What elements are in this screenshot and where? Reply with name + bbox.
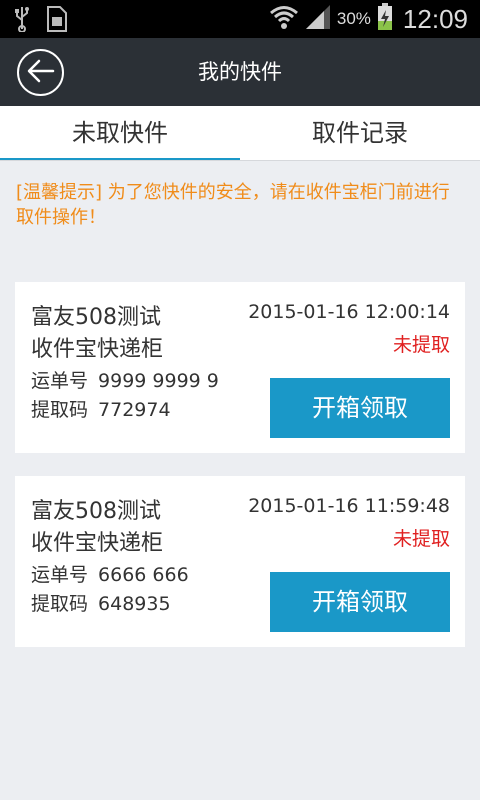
- tab-pickup-records[interactable]: 取件记录: [240, 106, 480, 161]
- app-bar: 我的快件: [0, 38, 480, 106]
- sdcard-icon: [44, 6, 68, 36]
- pickup-row: 提取码 648935: [31, 589, 171, 616]
- pickup-row: 提取码 772974: [31, 395, 171, 422]
- pickup-label: 提取码: [31, 593, 89, 615]
- package-card: 富友508测试 收件宝快递柜 运单号 9999 9999 9 提取码 772974 …: [15, 282, 465, 453]
- status-badge: 未提取: [392, 334, 450, 356]
- page-title: 我的快件: [198, 60, 282, 84]
- waybill-row: 运单号 6666 666: [31, 560, 189, 587]
- usb-icon: [14, 6, 30, 36]
- tab-bar: 未取快件 取件记录: [0, 106, 480, 161]
- pickup-code: 648935: [98, 593, 171, 615]
- waybill-row: 运单号 9999 9999 9: [31, 366, 219, 393]
- signal-icon: [305, 4, 331, 34]
- pickup-code: 772974: [98, 399, 171, 421]
- package-locker-name: 富友508测试: [31, 499, 161, 524]
- open-locker-button[interactable]: 开箱领取: [270, 572, 450, 632]
- package-card: 富友508测试 收件宝快递柜 运单号 6666 666 提取码 648935 201…: [15, 476, 465, 647]
- package-locker-type: 收件宝快递柜: [31, 337, 164, 362]
- battery-percent: 30%: [336, 9, 371, 28]
- package-locker-type: 收件宝快递柜: [31, 531, 164, 556]
- package-locker-name: 富友508测试: [31, 305, 161, 330]
- waybill-label: 运单号: [31, 370, 89, 392]
- pickup-label: 提取码: [31, 399, 89, 421]
- open-locker-button[interactable]: 开箱领取: [270, 378, 450, 438]
- package-datetime: 2015-01-16 11:59:48: [248, 495, 450, 517]
- status-badge: 未提取: [392, 528, 450, 550]
- divider: [0, 160, 480, 161]
- waybill-number: 9999 9999 9: [98, 370, 219, 392]
- tab-uncollected[interactable]: 未取快件: [0, 106, 240, 161]
- tip-text: [温馨提示] 为了您快件的安全，请在收件宝柜门前进行取件操作！: [16, 182, 450, 228]
- package-datetime: 2015-01-16 12:00:14: [248, 301, 450, 323]
- battery-charging-icon: [377, 3, 393, 35]
- status-bar: 30% 12:09: [0, 0, 480, 38]
- clock: 12:09: [402, 3, 468, 34]
- waybill-number: 6666 666: [98, 564, 189, 586]
- waybill-label: 运单号: [31, 564, 89, 586]
- wifi-icon: [269, 4, 299, 34]
